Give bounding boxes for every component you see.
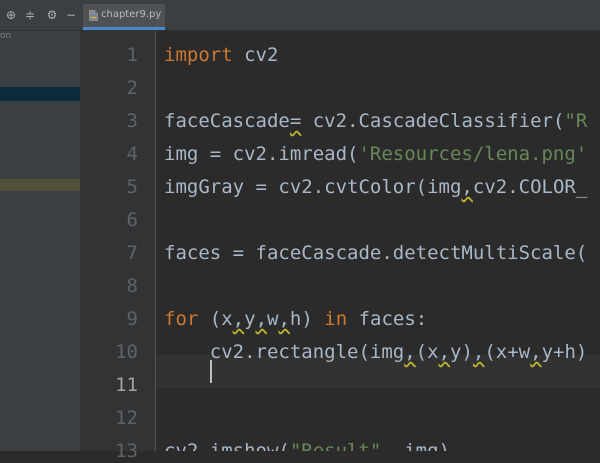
line-number: 13 xyxy=(115,440,138,462)
code-token: "Result" xyxy=(289,440,382,451)
code-token: w xyxy=(267,308,279,330)
python-file-icon xyxy=(89,10,98,21)
line-number: 5 xyxy=(126,176,138,198)
tab-chapter9[interactable]: chapter9.py xyxy=(83,4,165,30)
line-number: 2 xyxy=(126,77,138,99)
project-tree-selected-row[interactable] xyxy=(0,87,80,101)
code-line: imgGray = cv2.cvtColor(img,cv2.COLOR_ xyxy=(164,175,587,199)
code-token: = xyxy=(289,110,302,132)
editor-toolbar: ⊕ ≑ ⚙ − chapter9.py xyxy=(0,0,600,31)
line-number: 9 xyxy=(126,308,138,330)
code-token: (x+w xyxy=(484,341,531,363)
code-token: , img) xyxy=(381,440,450,451)
code-token: , xyxy=(255,308,268,330)
project-tree-highlighted-row[interactable] xyxy=(0,179,80,191)
code-line: cv2.imshow("Result", img) xyxy=(164,439,450,451)
code-line: for (x,y,w,h) in faces: xyxy=(164,307,427,331)
line-number: 12 xyxy=(115,407,138,429)
code-token: cv2 xyxy=(244,44,279,66)
code-token: , xyxy=(278,308,290,330)
line-number: 10 xyxy=(115,341,138,363)
code-token: (x xyxy=(415,341,439,363)
code-token: 'Resources/lena.png' xyxy=(358,143,588,165)
code-token: faceCascade xyxy=(164,110,290,132)
code-token: cv2.COLOR_ xyxy=(472,176,588,198)
code-token: y) xyxy=(450,341,473,363)
code-line: faces = faceCascade.detectMultiScale( xyxy=(164,241,587,265)
code-token: , xyxy=(530,341,542,363)
code-token: , xyxy=(404,341,416,363)
code-token: import xyxy=(164,44,245,66)
code-token: cv2.imshow( xyxy=(164,440,290,451)
line-number: 11 xyxy=(115,374,138,396)
target-icon[interactable]: ⊕ xyxy=(3,7,19,23)
code-editor[interactable]: import cv2 faceCascade= cv2.CascadeClassi… xyxy=(156,31,600,451)
code-token: , xyxy=(472,341,485,363)
code-token: , xyxy=(232,308,245,330)
code-token: h) xyxy=(289,308,325,330)
code-token: faces = faceCascade.detectMultiScale( xyxy=(164,242,588,264)
line-number: 7 xyxy=(126,242,138,264)
code-token: cv2.rectangle(img xyxy=(164,341,405,363)
code-token: imgGray = cv2.cvtColor(img xyxy=(164,176,462,198)
code-token: y xyxy=(244,308,256,330)
code-line: faceCascade= cv2.CascadeClassifier("R xyxy=(164,109,587,133)
code-token: faces: xyxy=(358,308,428,330)
code-line: import cv2 xyxy=(164,43,278,67)
code-token: cv2.CascadeClassifier( xyxy=(301,110,565,132)
code-token: (x xyxy=(209,308,233,330)
gear-icon[interactable]: ⚙ xyxy=(44,7,60,23)
line-number: 4 xyxy=(126,143,138,165)
code-line: img = cv2.imread('Resources/lena.png' xyxy=(164,142,587,166)
code-token: "R xyxy=(564,110,588,132)
code-token: in xyxy=(324,308,359,330)
line-number: 6 xyxy=(126,209,138,231)
tab-label: chapter9.py xyxy=(101,9,162,20)
minimize-icon[interactable]: − xyxy=(63,7,79,23)
collapse-icon[interactable]: ≑ xyxy=(22,7,38,23)
line-number: 8 xyxy=(126,275,138,297)
code-token: y+h) xyxy=(541,341,588,363)
line-number: 3 xyxy=(126,110,138,132)
line-number-gutter[interactable]: 1 2 3 4 5 6 7 8 9 10 11 12 13 xyxy=(81,31,156,462)
code-token: for xyxy=(164,308,210,330)
code-token: , xyxy=(438,341,451,363)
line-number: 1 xyxy=(126,44,138,66)
code-token: , xyxy=(461,176,473,198)
project-panel[interactable]: on xyxy=(0,31,81,451)
code-line: cv2.rectangle(img,(x,y),(x+w,y+h) xyxy=(164,340,588,364)
panel-hint-text: on xyxy=(0,31,12,41)
code-token: img = cv2.imread( xyxy=(164,143,359,165)
